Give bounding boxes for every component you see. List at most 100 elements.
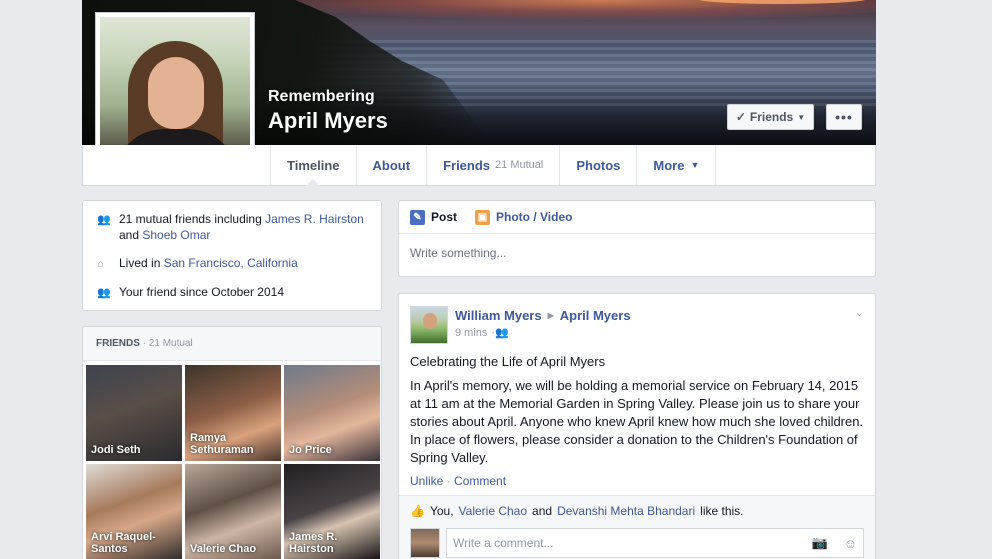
- likes-you: You,: [429, 504, 454, 518]
- comment-link[interactable]: Comment: [454, 474, 506, 488]
- tab-timeline-label: Timeline: [287, 157, 340, 173]
- remembering-label: Remembering: [268, 88, 375, 105]
- composer-tab-photo[interactable]: ▣ Photo / Video: [475, 209, 573, 225]
- friends-card-mutual: · 21 Mutual: [142, 338, 193, 349]
- caret-down-icon: ▼: [690, 160, 700, 170]
- likes-summary: 👍 You, Valerie Chao and Devanshi Mehta B…: [410, 504, 744, 518]
- profile-name[interactable]: April Myers: [268, 108, 388, 134]
- composer-photo-label: Photo / Video: [496, 210, 573, 224]
- post-body: Celebrating the Life of April Myers In A…: [410, 353, 866, 473]
- more-dots-icon: •••: [835, 109, 853, 125]
- post-target-link[interactable]: April Myers: [560, 308, 631, 323]
- mutual-friend-link-1[interactable]: James R. Hairston: [265, 212, 364, 226]
- lived-prefix: Lived in: [119, 256, 161, 270]
- lived-in-text: Lived in San Francisco, California: [119, 255, 298, 271]
- tab-friends-count: 21 Mutual: [495, 159, 544, 171]
- liker-link-2[interactable]: Devanshi Mehta Bhandari: [557, 504, 695, 518]
- composer-input[interactable]: Write something...: [399, 234, 875, 272]
- post-header: William Myers ▶ April Myers 9 mins ·👥: [410, 306, 631, 344]
- post-meta: William Myers ▶ April Myers 9 mins ·👥: [455, 306, 631, 344]
- post-time-row: 9 mins ·👥: [455, 326, 631, 340]
- friend-tile[interactable]: Jo Price: [284, 365, 380, 461]
- post-actions: Unlike · Comment: [410, 474, 506, 488]
- post-feedback: 👍 You, Valerie Chao and Devanshi Mehta B…: [399, 495, 875, 559]
- mutual-friends-text: 21 mutual friends including James R. Hai…: [119, 211, 367, 243]
- post-author-link[interactable]: William Myers: [455, 308, 542, 323]
- lived-place-link[interactable]: San Francisco, California: [164, 256, 298, 270]
- friends-icon: 👥: [97, 287, 111, 299]
- thumbs-up-icon: 👍: [410, 504, 425, 518]
- mutual-friend-link-2[interactable]: Shoeb Omar: [142, 228, 210, 242]
- friend-name: James R. Hairston: [289, 531, 338, 555]
- comment-placeholder: Write a comment...: [453, 536, 554, 550]
- composer-placeholder: Write something...: [410, 246, 507, 260]
- tab-friends-label: Friends: [443, 157, 491, 173]
- home-icon: ⌂: [97, 258, 104, 270]
- lived-in-row: ⌂ Lived in San Francisco, California: [97, 255, 367, 272]
- tab-friends[interactable]: Friends 21 Mutual: [426, 145, 559, 185]
- tab-about[interactable]: About: [355, 145, 427, 185]
- friend-name: Ramya Sethuraman: [190, 432, 254, 456]
- chevron-down-icon[interactable]: ⌄: [855, 306, 864, 319]
- emoji-icon[interactable]: ☺: [844, 536, 857, 551]
- friend-name: Jodi Seth: [91, 444, 141, 456]
- caret-down-icon: ▼: [797, 112, 806, 122]
- tab-photos-label: Photos: [576, 157, 621, 173]
- photo-icon: ▣: [475, 209, 491, 225]
- friend-tile[interactable]: Valerie Chao: [185, 464, 281, 559]
- arrow-right-icon: ▶: [547, 311, 554, 320]
- composer-tabs: ✎ Post ▣ Photo / Video: [399, 201, 875, 234]
- audience-friends-icon[interactable]: ·👥: [491, 326, 508, 339]
- author-avatar[interactable]: [410, 306, 448, 344]
- friend-tile[interactable]: Jodi Seth: [86, 365, 182, 461]
- tab-more-label: More: [653, 157, 685, 173]
- likes-suffix: like this.: [700, 504, 744, 518]
- friends-button[interactable]: ✓ Friends ▼: [727, 104, 814, 130]
- friends-icon: 👥: [97, 214, 111, 226]
- liker-link-1[interactable]: Valerie Chao: [459, 504, 527, 518]
- mutual-friends-row: 👥 21 mutual friends including James R. H…: [97, 211, 367, 243]
- friends-grid: Jodi Seth Ramya Sethuraman Jo Price Arvi…: [86, 365, 380, 559]
- separator-dot: ·: [446, 474, 451, 488]
- composer-tab-post[interactable]: ✎ Post: [410, 209, 458, 225]
- post-timestamp[interactable]: 9 mins: [455, 327, 487, 339]
- friend-tile[interactable]: Arvi Raquel-Santos: [86, 464, 182, 559]
- mutual-and: and: [119, 228, 140, 242]
- post-text: In April's memory, we will be holding a …: [410, 378, 864, 465]
- viewer-avatar: [410, 528, 440, 558]
- check-icon: ✓: [735, 110, 746, 124]
- friend-tile[interactable]: James R. Hairston: [284, 464, 380, 559]
- post-names: William Myers ▶ April Myers: [455, 308, 631, 323]
- timeline-post: William Myers ▶ April Myers 9 mins ·👥 ⌄ …: [398, 293, 876, 559]
- comment-row: Write a comment... 📷 ☺: [410, 528, 864, 558]
- profile-tabs: Timeline About Friends 21 Mutual Photos …: [270, 145, 717, 186]
- mutual-prefix: 21 mutual friends including: [119, 212, 262, 226]
- post-composer: ✎ Post ▣ Photo / Video Write something..…: [398, 200, 876, 277]
- pencil-icon: ✎: [410, 209, 425, 225]
- intro-card: 👥 21 mutual friends including James R. H…: [82, 200, 382, 311]
- friend-name: Arvi Raquel-Santos: [91, 531, 156, 555]
- tab-timeline[interactable]: Timeline: [270, 145, 356, 186]
- tab-more[interactable]: More ▼: [636, 145, 717, 185]
- composer-post-label: Post: [431, 210, 458, 224]
- profile-title: Remembering April Myers: [268, 88, 388, 134]
- friends-card-title[interactable]: FRIENDS: [96, 338, 140, 349]
- more-options-button[interactable]: •••: [826, 104, 862, 130]
- likes-and: and: [532, 504, 553, 518]
- comment-input[interactable]: Write a comment... 📷 ☺: [446, 528, 864, 558]
- tab-photos[interactable]: Photos: [559, 145, 636, 185]
- friend-name: Jo Price: [289, 444, 332, 456]
- friend-tile[interactable]: Ramya Sethuraman: [185, 365, 281, 461]
- friends-card-header: FRIENDS · 21 Mutual: [83, 327, 381, 361]
- camera-icon[interactable]: 📷: [812, 535, 828, 551]
- profile-photo: [100, 17, 250, 165]
- friend-name: Valerie Chao: [190, 543, 257, 555]
- friend-since-row: 👥 Your friend since October 2014: [97, 284, 367, 301]
- tab-about-label: About: [372, 157, 411, 173]
- friends-card: FRIENDS · 21 Mutual Jodi Seth Ramya Seth…: [82, 326, 382, 559]
- friends-button-label: Friends: [749, 110, 794, 124]
- profile-nav: Timeline About Friends 21 Mutual Photos …: [82, 145, 876, 186]
- unlike-link[interactable]: Unlike: [410, 474, 443, 488]
- post-title: Celebrating the Life of April Myers: [410, 354, 606, 369]
- friend-since-text: Your friend since October 2014: [119, 285, 284, 299]
